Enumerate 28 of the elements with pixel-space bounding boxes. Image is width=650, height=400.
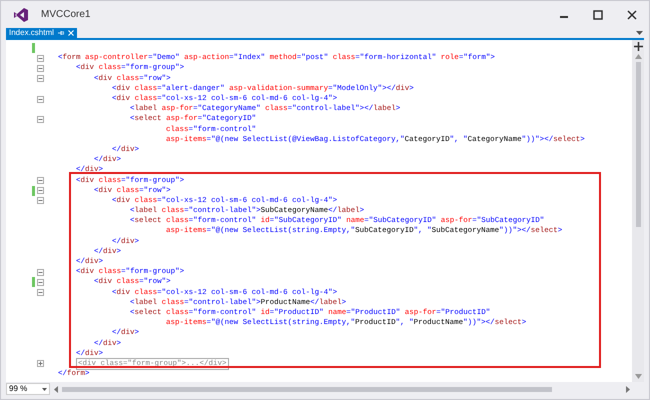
collapse-toggle[interactable] — [37, 177, 44, 184]
window-title: MVCCore1 — [41, 8, 90, 22]
scroll-down-icon[interactable] — [634, 374, 642, 379]
dropdown-caret-icon[interactable] — [636, 31, 643, 36]
scroll-left-icon[interactable] — [54, 386, 58, 392]
collapse-toggle[interactable] — [37, 268, 44, 276]
maximize-icon[interactable] — [593, 10, 603, 20]
scroll-up-icon[interactable] — [634, 54, 642, 59]
collapse-toggle[interactable] — [37, 116, 44, 123]
collapse-toggle[interactable] — [37, 64, 44, 72]
split-icon[interactable] — [634, 42, 642, 51]
collapse-toggle[interactable] — [37, 187, 44, 194]
expand-toggle[interactable] — [37, 360, 44, 368]
scroll-right-icon[interactable] — [626, 386, 630, 392]
collapse-toggle[interactable] — [37, 96, 44, 103]
file-tab[interactable]: Index.cshtml — [6, 28, 77, 38]
collapse-toggle[interactable] — [37, 75, 44, 82]
pin-icon[interactable] — [58, 30, 64, 36]
collapse-toggle[interactable] — [37, 289, 44, 296]
collapse-toggle[interactable] — [37, 278, 44, 286]
app-logo-icon — [13, 6, 29, 22]
collapse-toggle[interactable] — [37, 197, 44, 204]
horizontal-scrollbar-thumb[interactable] — [62, 386, 552, 392]
close-icon[interactable] — [627, 10, 637, 20]
caret-icon[interactable] — [42, 388, 47, 390]
zoom-dropdown[interactable]: 99 % — [6, 383, 50, 395]
scrollbar-thumb[interactable] — [636, 62, 640, 227]
collapse-toggle[interactable] — [37, 54, 44, 62]
